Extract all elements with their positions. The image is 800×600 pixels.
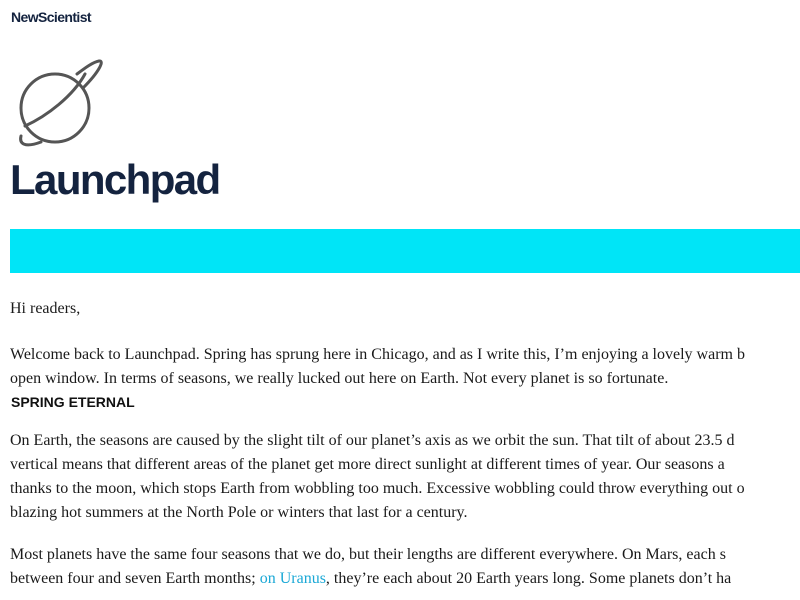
paragraph-line: vertical means that different areas of t… xyxy=(10,456,725,473)
newsletter-page: NewScientist Launchpad Hi readers, Welco… xyxy=(0,0,800,600)
paragraph-line: thanks to the moon, which stops Earth fr… xyxy=(10,480,745,497)
newsletter-body: Hi readers, Welcome back to Launchpad. S… xyxy=(10,297,800,591)
uranus-link[interactable]: on Uranus xyxy=(260,570,326,587)
intro-line: open window. In terms of seasons, we rea… xyxy=(10,370,669,387)
page-title: Launchpad xyxy=(10,156,221,203)
paragraph-line: On Earth, the seasons are caused by the … xyxy=(10,432,735,449)
accent-banner xyxy=(10,229,800,273)
paragraph-line: blazing hot summers at the North Pole or… xyxy=(10,504,468,521)
section-heading: SPRING ETERNAL xyxy=(11,394,135,410)
intro-line: Welcome back to Launchpad. Spring has sp… xyxy=(10,346,745,363)
paragraph-line: between four and seven Earth months; on … xyxy=(10,567,800,591)
planet-icon xyxy=(19,59,103,147)
paragraph-text: between four and seven Earth months; xyxy=(10,570,260,587)
brand-logo[interactable]: NewScientist xyxy=(11,9,92,25)
greeting: Hi readers, xyxy=(10,300,81,317)
paragraph-text: , they’re each about 20 Earth years long… xyxy=(325,570,732,587)
paragraph-line: Most planets have the same four seasons … xyxy=(10,546,726,563)
